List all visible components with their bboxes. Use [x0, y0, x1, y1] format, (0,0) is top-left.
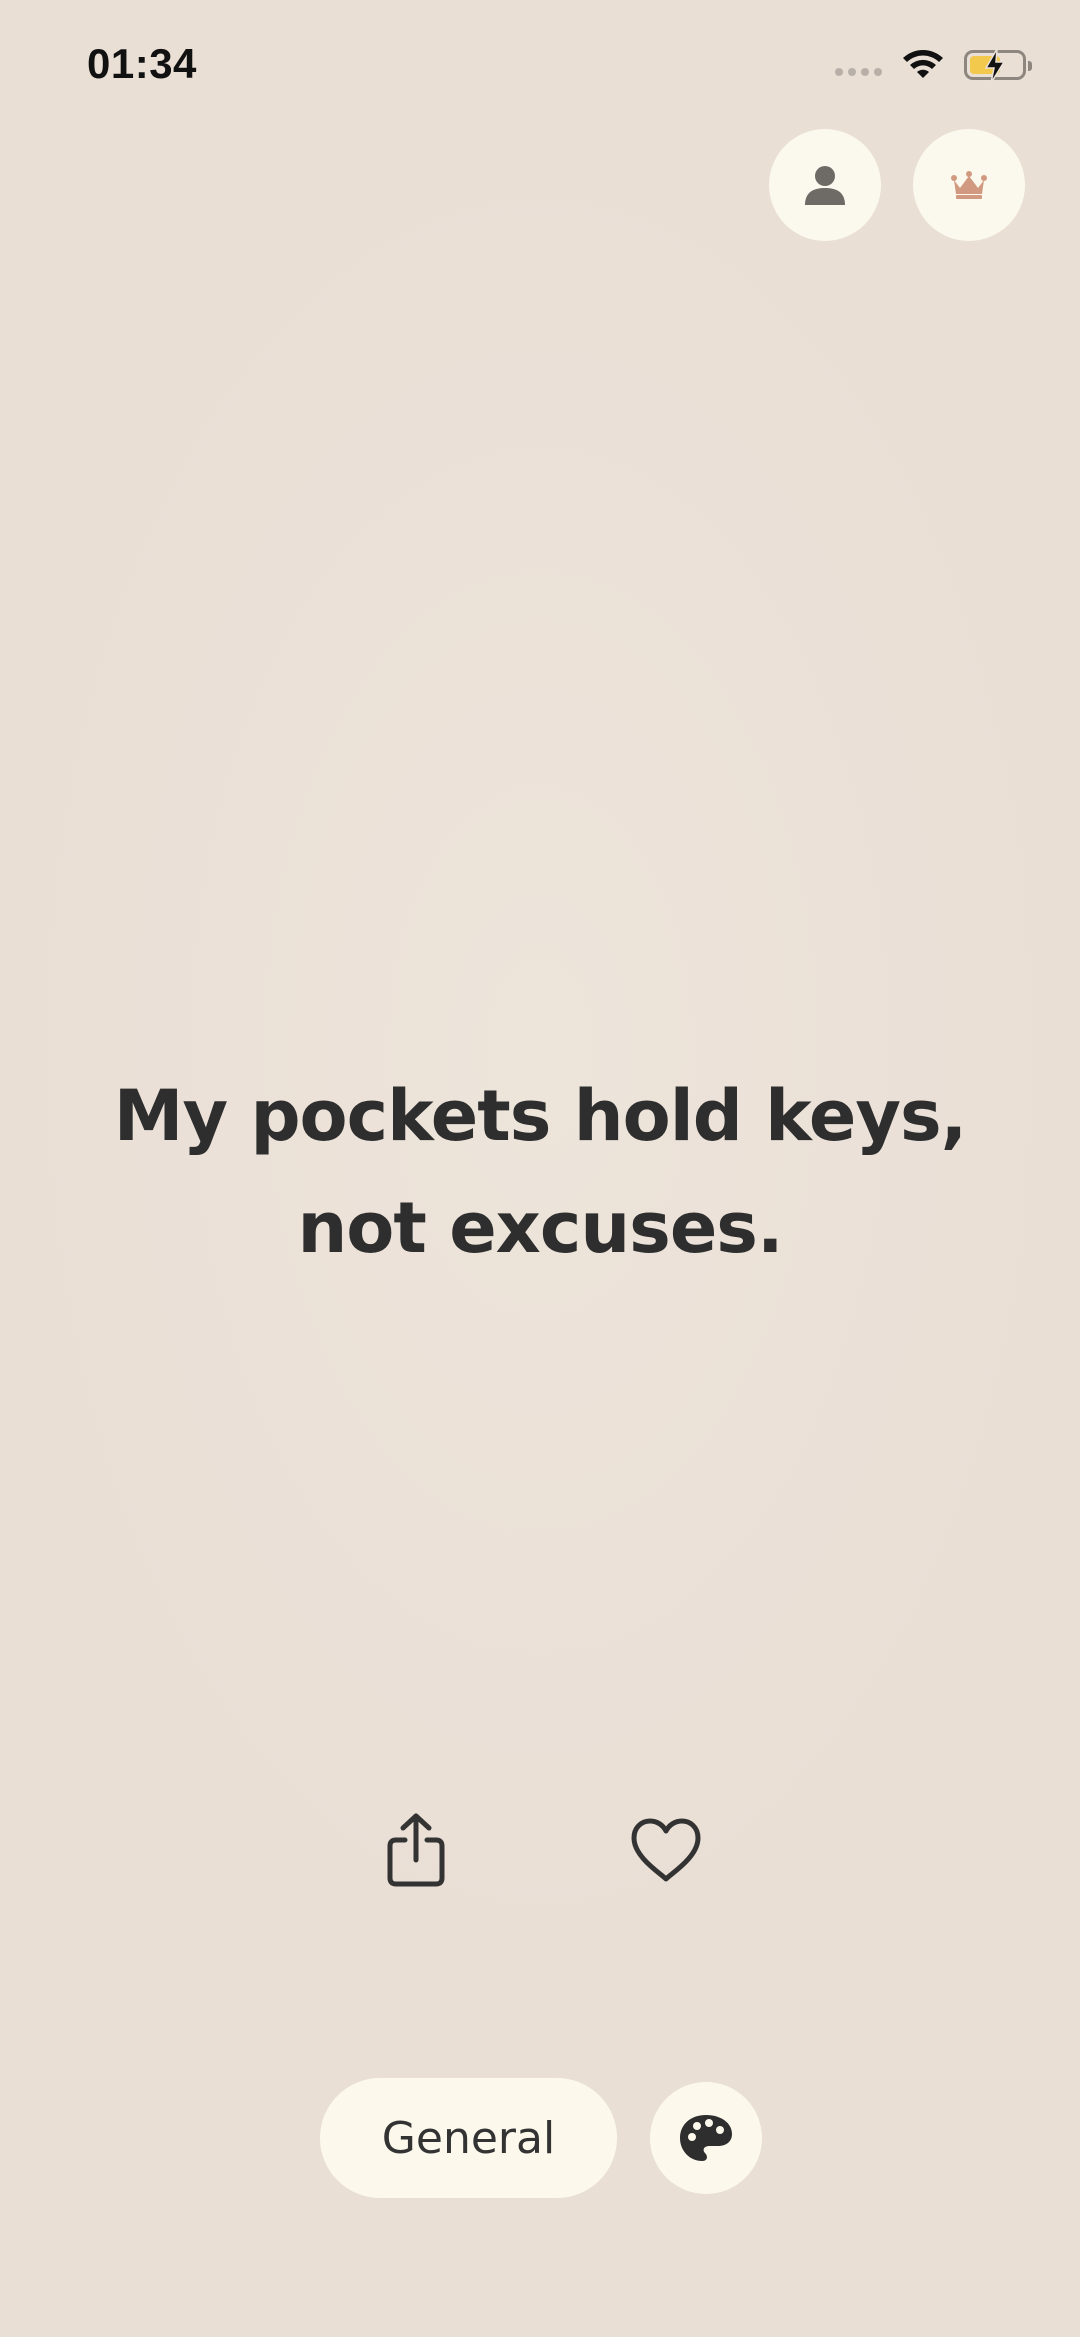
quote-line-1: My pockets hold keys, — [113, 1075, 967, 1157]
share-icon — [387, 1813, 445, 1887]
share-button[interactable] — [376, 1805, 456, 1895]
quote-text: My pockets hold keys, not excuses. — [90, 1060, 990, 1284]
cellular-signal-icon — [835, 68, 882, 76]
quote-line-2: not excuses. — [297, 1187, 783, 1269]
status-time: 01:34 — [87, 40, 197, 87]
status-icons — [835, 48, 1032, 84]
wifi-icon — [903, 50, 943, 78]
profile-button[interactable] — [769, 129, 881, 241]
category-label: General — [381, 2112, 556, 2164]
battery-icon — [964, 48, 1032, 84]
heart-icon — [631, 1818, 701, 1882]
app-screen: 01:34 My pockets hold keys, not excuses.… — [0, 0, 1080, 2337]
like-button[interactable] — [624, 1810, 708, 1890]
category-button[interactable]: General — [320, 2078, 617, 2198]
theme-button[interactable] — [650, 2082, 762, 2194]
crown-icon — [951, 171, 987, 199]
person-icon — [805, 166, 845, 205]
palette-icon — [680, 2115, 732, 2161]
premium-button[interactable] — [913, 129, 1025, 241]
